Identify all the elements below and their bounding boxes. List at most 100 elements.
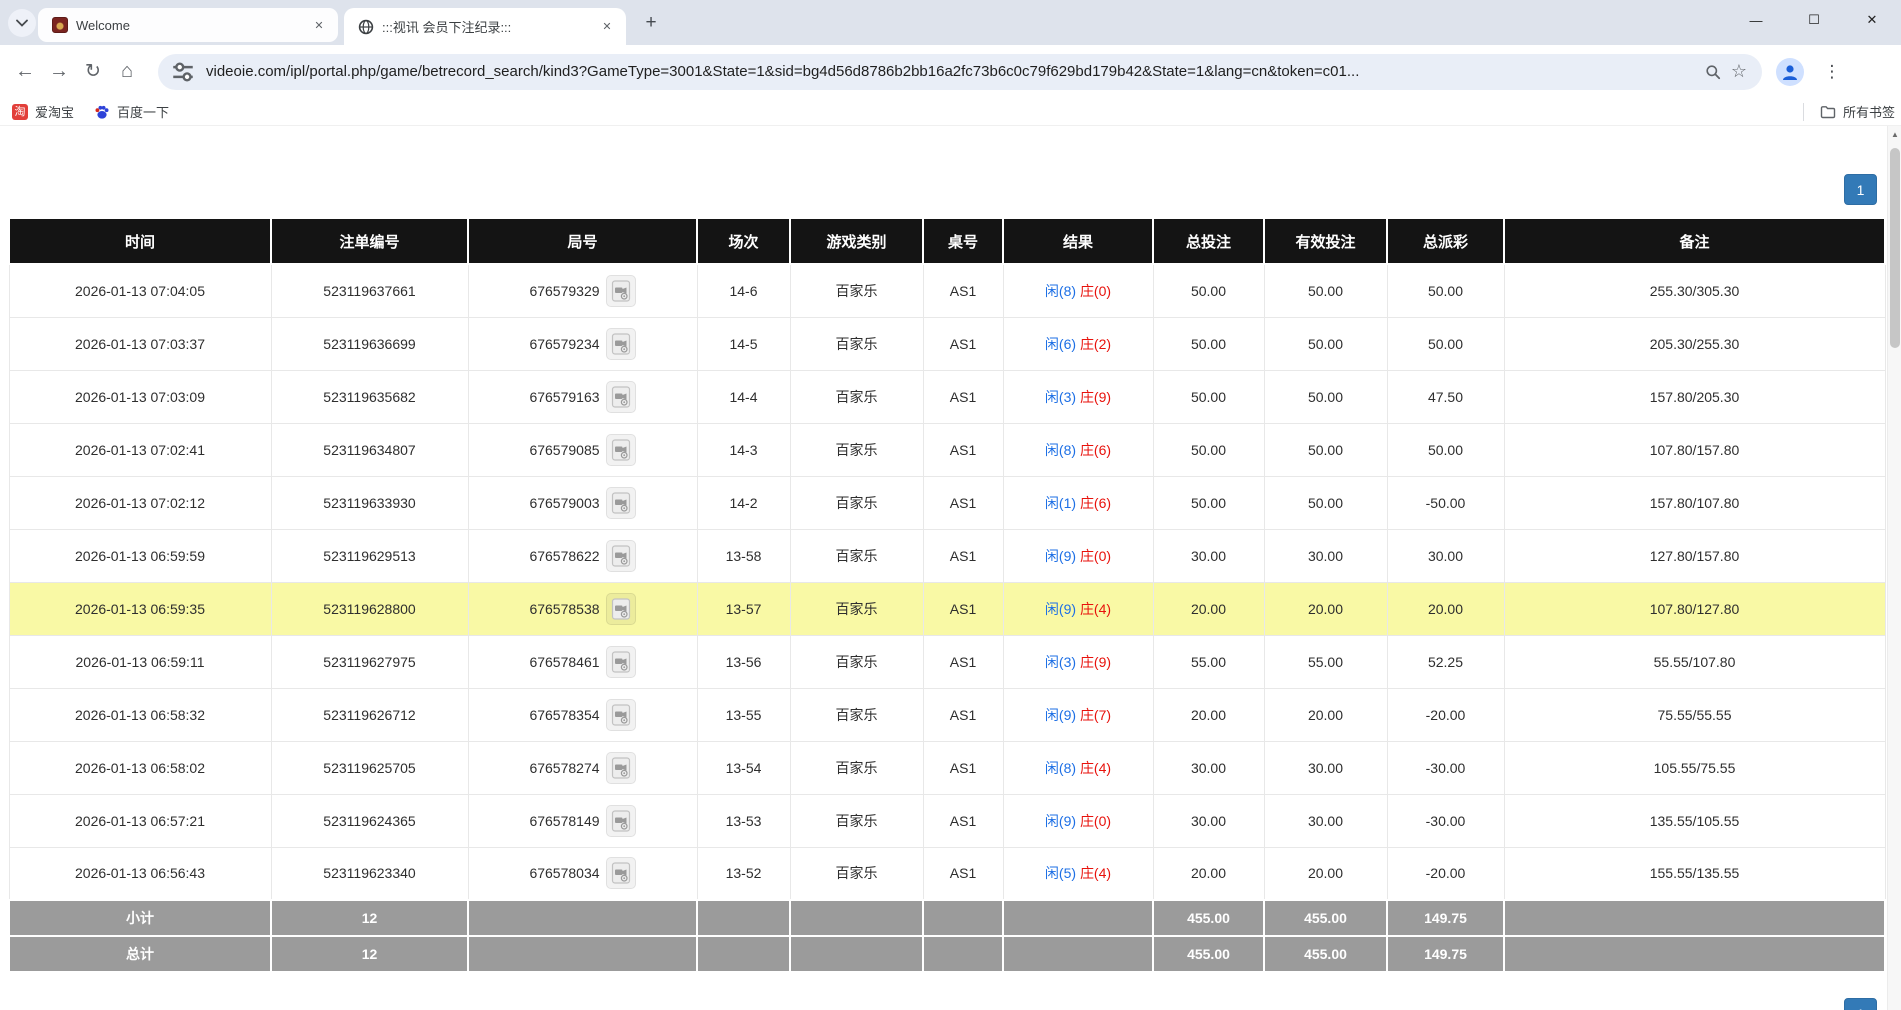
tab-close-icon[interactable]: ✕: [598, 18, 616, 36]
round-no: 676578538: [529, 601, 599, 617]
table-row[interactable]: 2026-01-13 06:58:32523119626712676578354…: [9, 688, 1885, 741]
game-type-cell: 百家乐: [790, 635, 923, 688]
remark-cell: 157.80/107.80: [1504, 476, 1885, 529]
video-replay-button[interactable]: [606, 328, 636, 360]
total-bet-cell: 50.00: [1153, 370, 1264, 423]
taobao-icon: 淘: [12, 104, 28, 120]
footer-empty-cell: [790, 900, 923, 936]
tab-welcome[interactable]: Welcome ✕: [38, 8, 338, 42]
scrollbar-thumb[interactable]: [1890, 148, 1900, 348]
table-no-cell: AS1: [923, 423, 1003, 476]
new-tab-button[interactable]: +: [638, 10, 664, 36]
round-no-cell: 676579329: [468, 264, 697, 317]
total-bet-cell: 30.00: [1153, 794, 1264, 847]
video-replay-button[interactable]: [606, 540, 636, 572]
result-cell: 闲(9) 庄(0): [1003, 529, 1153, 582]
video-replay-button[interactable]: [606, 381, 636, 413]
bookmark-baidu[interactable]: 百度一下: [86, 100, 177, 124]
payout-cell: 50.00: [1387, 423, 1504, 476]
table-row[interactable]: 2026-01-13 06:57:21523119624365676578149…: [9, 794, 1885, 847]
video-replay-icon: [611, 862, 631, 884]
table-row[interactable]: 2026-01-13 07:02:41523119634807676579085…: [9, 423, 1885, 476]
all-bookmarks-button[interactable]: 所有书签: [1814, 100, 1901, 124]
time-cell: 2026-01-13 06:59:59: [9, 529, 271, 582]
tab-title: Welcome: [76, 18, 310, 33]
video-replay-button[interactable]: [606, 434, 636, 466]
table-row[interactable]: 2026-01-13 06:56:43523119623340676578034…: [9, 847, 1885, 900]
table-row[interactable]: 2026-01-13 07:04:05523119637661676579329…: [9, 264, 1885, 317]
globe-icon: [358, 19, 374, 35]
total-bet-cell: 20.00: [1153, 688, 1264, 741]
chevron-down-icon: [16, 19, 28, 27]
pagination-button-top[interactable]: 1: [1844, 174, 1877, 205]
scrollbar-up-arrow[interactable]: ▲: [1888, 126, 1901, 142]
session-cell: 13-55: [697, 688, 790, 741]
site-settings-icon[interactable]: [170, 59, 196, 85]
result-player: 闲(1): [1045, 495, 1076, 511]
bookmark-taobao[interactable]: 淘 爱淘宝: [4, 100, 82, 124]
bet-no-cell: 523119629513: [271, 529, 468, 582]
valid-bet-cell: 55.00: [1264, 635, 1387, 688]
table-row[interactable]: 2026-01-13 07:03:37523119636699676579234…: [9, 317, 1885, 370]
forward-button[interactable]: →: [42, 55, 76, 89]
result-banker: 庄(4): [1080, 865, 1111, 881]
video-replay-button[interactable]: [606, 646, 636, 678]
bet-no-cell: 523119625705: [271, 741, 468, 794]
game-type-cell: 百家乐: [790, 688, 923, 741]
remark-cell: 107.80/157.80: [1504, 423, 1885, 476]
bet-no-cell: 523119627975: [271, 635, 468, 688]
video-replay-button[interactable]: [606, 752, 636, 784]
maximize-button[interactable]: ☐: [1785, 0, 1843, 40]
footer-payout-cell: 149.75: [1387, 900, 1504, 936]
address-bar[interactable]: videoie.com/ipl/portal.php/game/betrecor…: [158, 54, 1762, 90]
column-header-8: 有效投注: [1264, 218, 1387, 264]
back-button[interactable]: ←: [8, 55, 42, 89]
result-banker: 庄(6): [1080, 442, 1111, 458]
pagination-button-bottom[interactable]: 1: [1844, 998, 1877, 1010]
round-no-cell: 676578538: [468, 582, 697, 635]
video-replay-button[interactable]: [606, 275, 636, 307]
bookmarks-divider: [1803, 103, 1804, 121]
table-row[interactable]: 2026-01-13 07:03:09523119635682676579163…: [9, 370, 1885, 423]
table-row[interactable]: 2026-01-13 06:59:11523119627975676578461…: [9, 635, 1885, 688]
column-header-2: 局号: [468, 218, 697, 264]
result-cell: 闲(3) 庄(9): [1003, 635, 1153, 688]
result-player: 闲(3): [1045, 654, 1076, 670]
table-row[interactable]: 2026-01-13 07:02:12523119633930676579003…: [9, 476, 1885, 529]
zoom-page-icon[interactable]: [1700, 59, 1726, 85]
total-bet-cell: 50.00: [1153, 476, 1264, 529]
table-row[interactable]: 2026-01-13 06:59:59523119629513676578622…: [9, 529, 1885, 582]
table-row[interactable]: 2026-01-13 06:58:02523119625705676578274…: [9, 741, 1885, 794]
game-type-cell: 百家乐: [790, 741, 923, 794]
tab-search-button[interactable]: [8, 9, 36, 37]
bookmarks-bar: 淘 爱淘宝 百度一下 所有书签: [0, 98, 1901, 126]
reload-button[interactable]: ↻: [76, 55, 110, 89]
round-no: 676578034: [529, 865, 599, 881]
round-no-cell: 676579003: [468, 476, 697, 529]
result-banker: 庄(9): [1080, 654, 1111, 670]
minimize-button[interactable]: —: [1727, 0, 1785, 40]
result-player: 闲(8): [1045, 760, 1076, 776]
table-row[interactable]: 2026-01-13 06:59:35523119628800676578538…: [9, 582, 1885, 635]
bookmark-star-icon[interactable]: ☆: [1726, 59, 1752, 85]
video-replay-button[interactable]: [606, 487, 636, 519]
video-replay-button[interactable]: [606, 857, 636, 889]
tab-bet-record[interactable]: :::视讯 会员下注纪录::: ✕: [344, 8, 626, 45]
home-button[interactable]: ⌂: [110, 55, 144, 89]
total-bet-cell: 20.00: [1153, 582, 1264, 635]
total-bet-cell: 55.00: [1153, 635, 1264, 688]
browser-menu-icon[interactable]: ⋮: [1818, 58, 1846, 86]
grand-total-row: 总计12455.00455.00149.75: [9, 936, 1885, 972]
video-replay-icon: [611, 333, 631, 355]
video-replay-button[interactable]: [606, 699, 636, 731]
table-no-cell: AS1: [923, 317, 1003, 370]
page-scrollbar[interactable]: ▲: [1887, 126, 1901, 1010]
tab-close-icon[interactable]: ✕: [310, 16, 328, 34]
remark-cell: 75.55/55.55: [1504, 688, 1885, 741]
payout-cell: -50.00: [1387, 476, 1504, 529]
video-replay-button[interactable]: [606, 593, 636, 625]
game-type-cell: 百家乐: [790, 370, 923, 423]
close-button[interactable]: ✕: [1843, 0, 1901, 40]
profile-avatar[interactable]: [1776, 58, 1804, 86]
video-replay-button[interactable]: [606, 805, 636, 837]
